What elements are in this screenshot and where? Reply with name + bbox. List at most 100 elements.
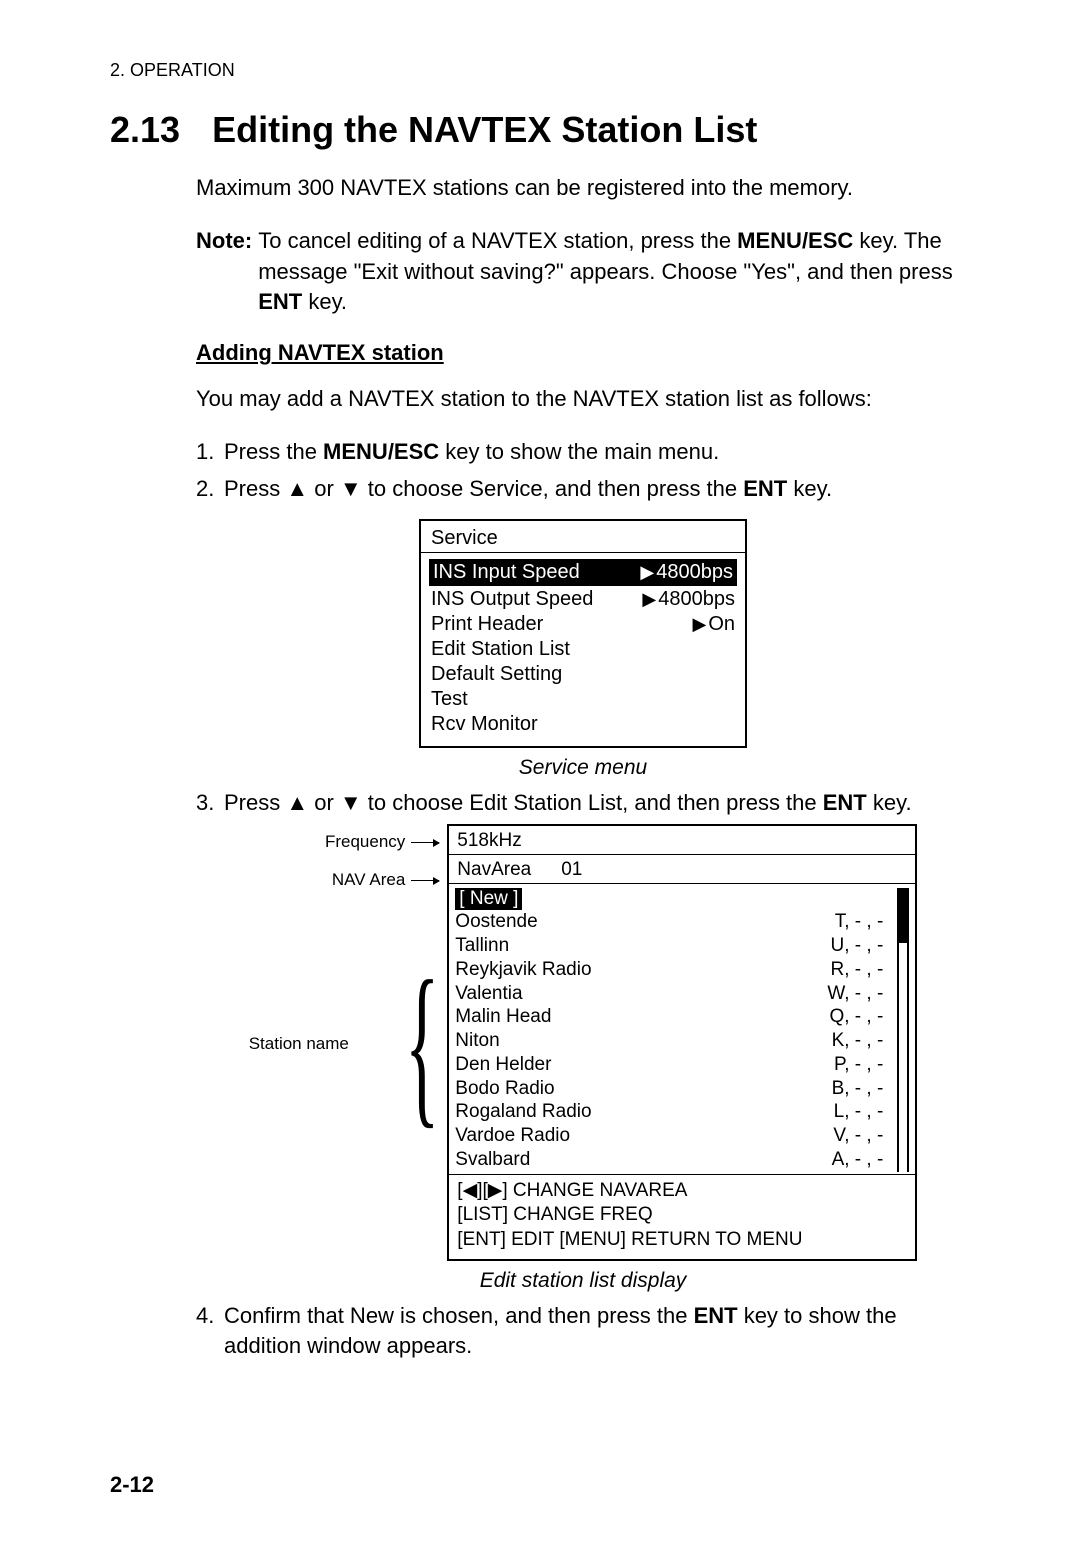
- station-name: Tallinn: [455, 934, 509, 958]
- station-row[interactable]: Reykjavik Radio R, - , -: [455, 958, 893, 982]
- page-number: 2-12: [110, 1472, 970, 1498]
- station-name: Valentia: [455, 982, 522, 1006]
- station-code: L, - , -: [834, 1100, 884, 1124]
- station-code: A, - , -: [832, 1148, 884, 1172]
- navarea-label: NavArea: [457, 859, 531, 881]
- station-name: Rogaland Radio: [455, 1100, 591, 1124]
- service-row-ins-output[interactable]: INS Output Speed ▶ 4800bps: [429, 588, 737, 611]
- station-name: Den Helder: [455, 1053, 551, 1077]
- station-list: [ New ] OostendeT, - , - TallinnU, - , -…: [455, 888, 893, 1171]
- station-name: Reykjavik Radio: [455, 958, 591, 982]
- note-text-3: key.: [302, 289, 347, 314]
- service-value: 4800bps: [658, 588, 735, 611]
- station-row[interactable]: Den Helder P, - , -: [455, 1053, 893, 1077]
- station-row[interactable]: Rogaland Radio L, - , -: [455, 1100, 893, 1124]
- help-line-1: [◀][▶] CHANGE NAVAREA: [457, 1179, 907, 1204]
- section-number: 2.13: [110, 109, 180, 151]
- service-row-rcv-monitor[interactable]: Rcv Monitor: [429, 713, 737, 736]
- station-code: W, - , -: [827, 982, 883, 1006]
- brace-icon: {: [405, 972, 440, 1116]
- step-text: key.: [787, 476, 832, 501]
- service-label: Edit Station List: [431, 638, 735, 661]
- station-row[interactable]: Malin HeadQ, - , -: [455, 1005, 893, 1029]
- right-caret-icon: ▶: [642, 589, 656, 610]
- new-station-item[interactable]: [ New ]: [455, 888, 522, 910]
- frequency-label: Frequency: [325, 832, 405, 852]
- station-code: R, - , -: [831, 958, 884, 982]
- station-code: P, - , -: [834, 1053, 883, 1077]
- station-name-label: Station name: [249, 1034, 349, 1054]
- station-name: Bodo Radio: [455, 1077, 554, 1101]
- arrow-icon: [411, 842, 439, 843]
- note-body: To cancel editing of a NAVTEX station, p…: [258, 226, 970, 318]
- service-menu-box: Service INS Input Speed ▶ 4800bps INS Ou…: [419, 519, 747, 748]
- service-value: On: [708, 613, 735, 636]
- station-row[interactable]: Vardoe Radio V, - , -: [455, 1124, 893, 1148]
- steps-list-cont: 3. Press ▲ or ▼ to choose Edit Station L…: [196, 788, 970, 819]
- station-row[interactable]: OostendeT, - , -: [455, 910, 893, 934]
- section-title: Editing the NAVTEX Station List: [212, 109, 757, 151]
- service-row-ins-input[interactable]: INS Input Speed ▶ 4800bps: [429, 559, 737, 586]
- step-number: 1.: [196, 437, 224, 468]
- step-key: ENT: [694, 1303, 738, 1328]
- station-row[interactable]: Bodo Radio B, - , -: [455, 1077, 893, 1101]
- service-label: INS Input Speed: [433, 561, 638, 584]
- steps-list-cont2: 4. Confirm that New is chosen, and then …: [196, 1301, 970, 1363]
- station-row[interactable]: Valentia W, - , -: [455, 982, 893, 1006]
- step-number: 4.: [196, 1301, 224, 1363]
- steps-list: 1. Press the MENU/ESC key to show the ma…: [196, 437, 970, 505]
- step-1: 1. Press the MENU/ESC key to show the ma…: [196, 437, 970, 468]
- service-row-default-setting[interactable]: Default Setting: [429, 663, 737, 686]
- edit-help-panel: [◀][▶] CHANGE NAVAREA [LIST] CHANGE FREQ…: [449, 1174, 915, 1259]
- note-paragraph: Note: To cancel editing of a NAVTEX stat…: [196, 226, 970, 318]
- note-key-menuesc: MENU/ESC: [737, 228, 853, 253]
- station-code: V, - , -: [833, 1124, 883, 1148]
- step-text: key.: [867, 790, 912, 815]
- edit-display-caption: Edit station list display: [196, 1269, 970, 1293]
- station-row[interactable]: TallinnU, - , -: [455, 934, 893, 958]
- note-text-1: To cancel editing of a NAVTEX station, p…: [258, 228, 737, 253]
- station-row[interactable]: Svalbard A, - , -: [455, 1148, 893, 1172]
- step-3: 3. Press ▲ or ▼ to choose Edit Station L…: [196, 788, 970, 819]
- step-text: Press ▲ or ▼ to choose Service, and then…: [224, 476, 743, 501]
- service-label: Test: [431, 688, 735, 711]
- step-4: 4. Confirm that New is chosen, and then …: [196, 1301, 970, 1363]
- right-caret-icon: ▶: [692, 614, 706, 635]
- navarea-value: 01: [561, 859, 582, 881]
- intro-paragraph: Maximum 300 NAVTEX stations can be regis…: [196, 173, 970, 204]
- edit-station-display-wrap: Frequency NAV Area Station name { 518kHz…: [196, 824, 970, 1260]
- service-row-edit-station-list[interactable]: Edit Station List: [429, 638, 737, 661]
- service-menu-caption: Service menu: [196, 756, 970, 780]
- step-2: 2. Press ▲ or ▼ to choose Service, and t…: [196, 474, 970, 505]
- right-caret-icon: ▶: [640, 562, 654, 583]
- scrollbar[interactable]: [897, 888, 909, 1171]
- service-row-print-header[interactable]: Print Header ▶ On: [429, 613, 737, 636]
- edit-navarea-row: NavArea 01: [449, 855, 915, 883]
- service-label: Rcv Monitor: [431, 713, 735, 736]
- note-label: Note:: [196, 226, 252, 318]
- station-code: B, - , -: [832, 1077, 884, 1101]
- edit-labels-column: Frequency NAV Area Station name {: [249, 824, 440, 1260]
- help-line-3: [ENT] EDIT [MENU] RETURN TO MENU: [457, 1228, 907, 1253]
- note-key-ent: ENT: [258, 289, 302, 314]
- station-name: Niton: [455, 1029, 499, 1053]
- station-code: T, - , -: [835, 910, 884, 934]
- step-text: key to show the main menu.: [439, 439, 719, 464]
- service-label: Default Setting: [431, 663, 735, 686]
- scroll-thumb[interactable]: [899, 888, 907, 943]
- help-line-2: [LIST] CHANGE FREQ: [457, 1203, 907, 1228]
- step-text: Press the: [224, 439, 323, 464]
- chapter-header: 2. OPERATION: [110, 60, 970, 81]
- service-menu-title: Service: [421, 521, 745, 553]
- station-code: K, - , -: [832, 1029, 884, 1053]
- step-number: 2.: [196, 474, 224, 505]
- station-name: Vardoe Radio: [455, 1124, 570, 1148]
- nav-area-label: NAV Area: [332, 870, 405, 890]
- service-label: INS Output Speed: [431, 588, 640, 611]
- service-row-test[interactable]: Test: [429, 688, 737, 711]
- station-name: Svalbard: [455, 1148, 530, 1172]
- edit-frequency-value: 518kHz: [449, 826, 915, 854]
- adding-intro: You may add a NAVTEX station to the NAVT…: [196, 384, 970, 415]
- station-row[interactable]: Niton K, - , -: [455, 1029, 893, 1053]
- edit-station-box: 518kHz NavArea 01 [ New ] OostendeT, - ,…: [447, 824, 917, 1260]
